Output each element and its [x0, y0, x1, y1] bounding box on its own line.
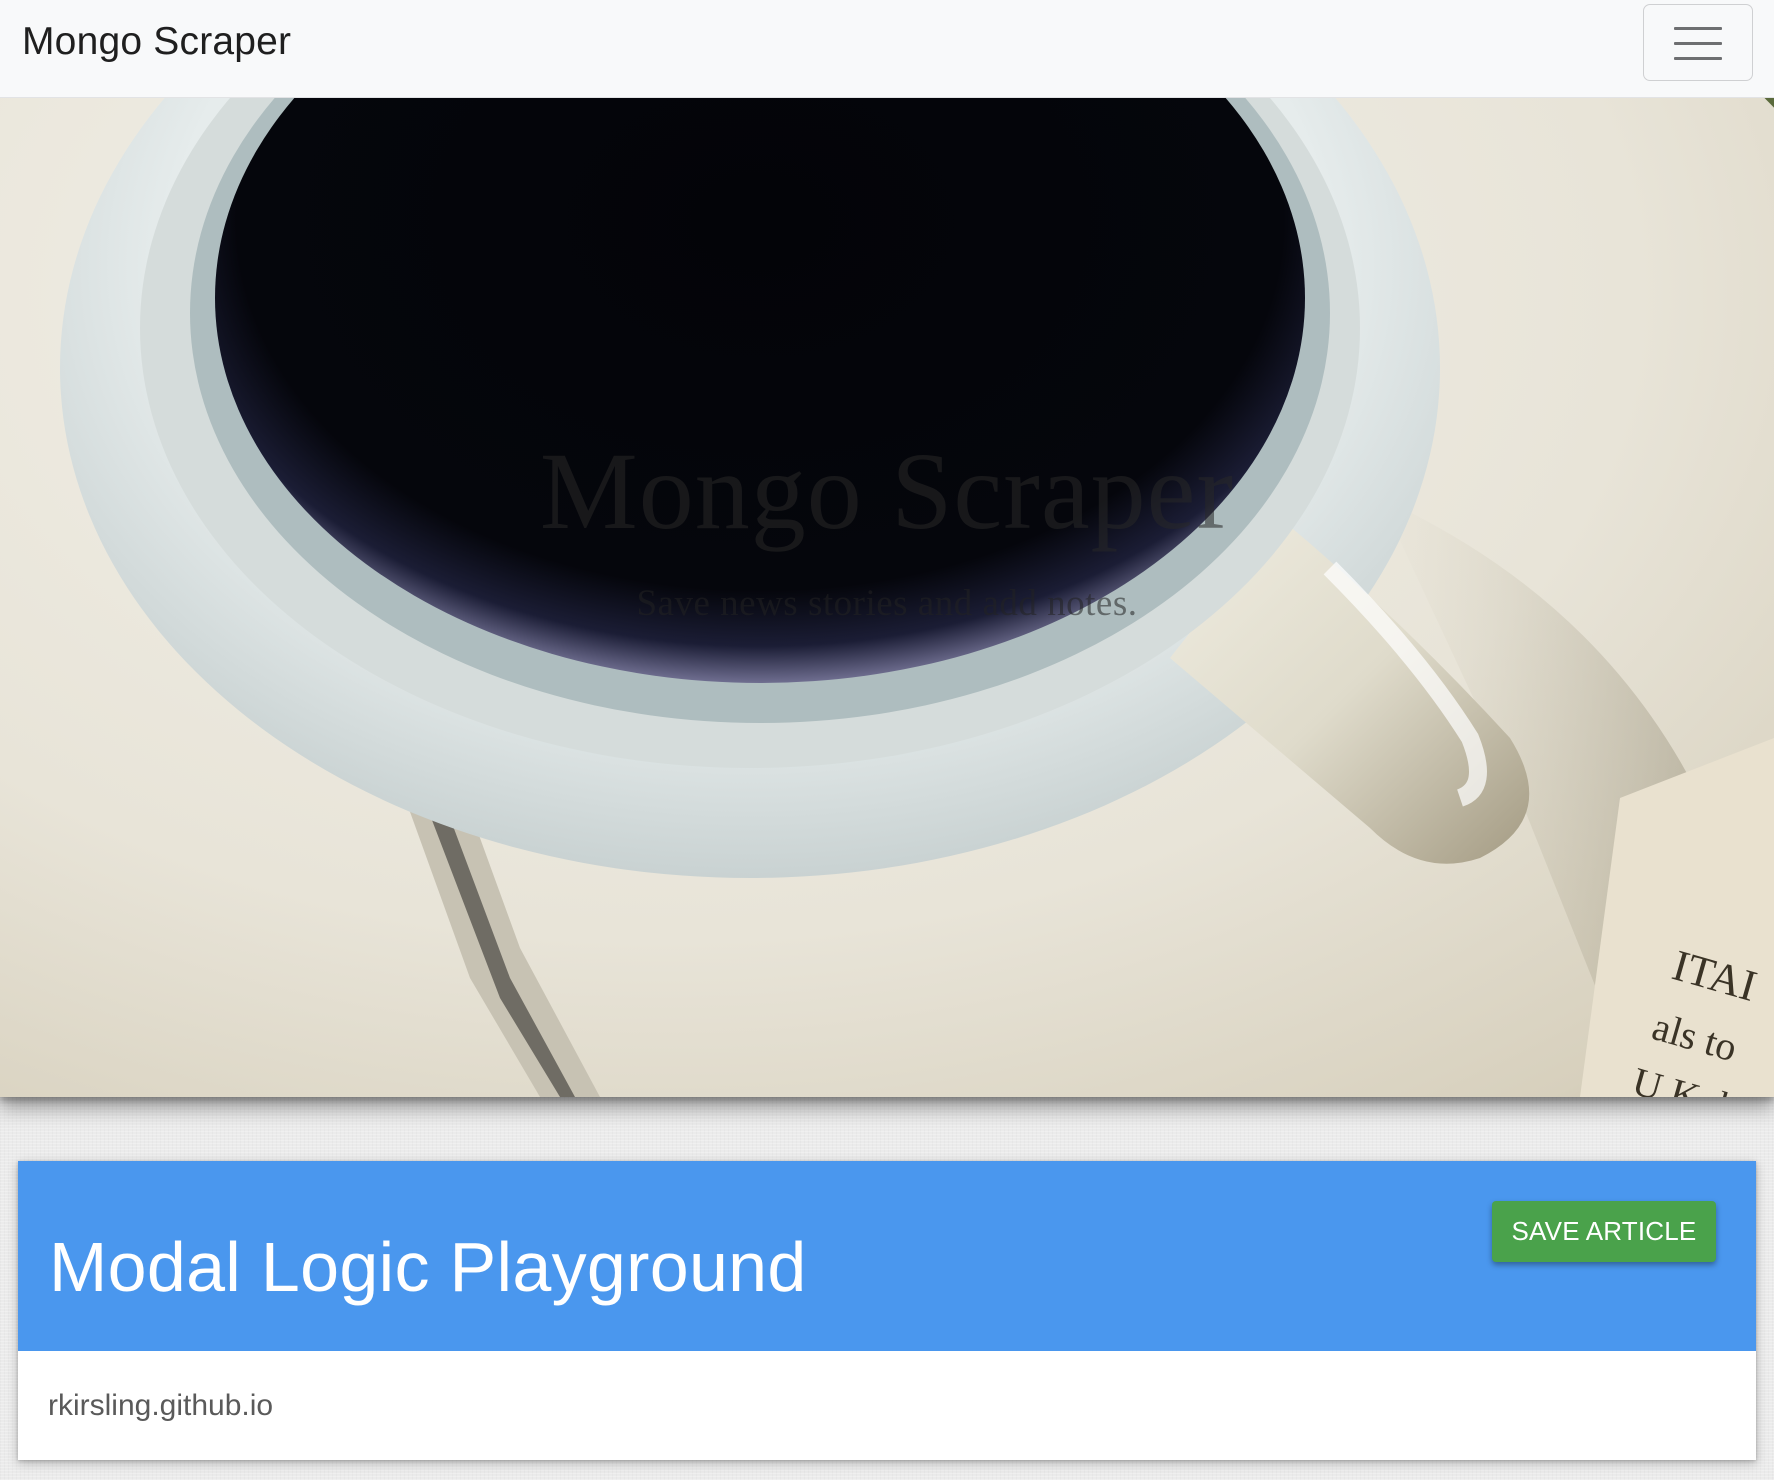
article-link[interactable]: rkirsling.github.io [48, 1389, 273, 1423]
article-card-body: rkirsling.github.io [18, 1351, 1756, 1460]
save-article-button[interactable]: SAVE ARTICLE [1492, 1201, 1716, 1262]
navbar: Mongo Scraper [0, 0, 1774, 98]
hero-subtitle: Save news stories and add notes. [636, 583, 1138, 624]
article-card: Modal Logic Playground SAVE ARTICLE rkir… [18, 1161, 1756, 1460]
article-card-header: Modal Logic Playground SAVE ARTICLE [18, 1161, 1756, 1351]
hero-jumbotron: ITAI als to U.K. b Mongo Scraper Save ne… [0, 98, 1774, 1097]
article-title[interactable]: Modal Logic Playground [49, 1227, 807, 1307]
navbar-brand[interactable]: Mongo Scraper [22, 20, 291, 64]
navbar-toggler-button[interactable] [1643, 4, 1753, 81]
hero-title: Mongo Scraper [539, 430, 1235, 552]
